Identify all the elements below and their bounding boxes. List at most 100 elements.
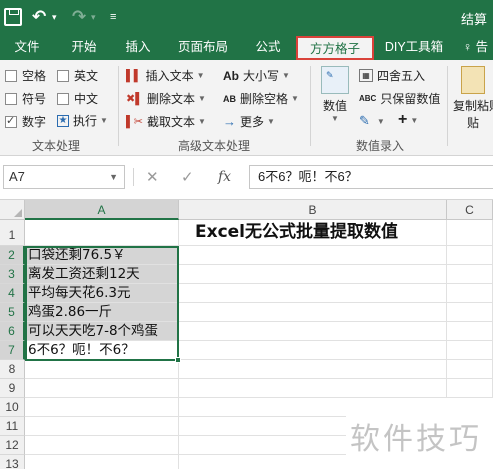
enter-icon[interactable]: ✓	[181, 168, 194, 186]
cell-a11[interactable]	[25, 417, 179, 436]
row-header-9[interactable]: 9	[0, 379, 25, 398]
checkbox-checked-icon[interactable]	[5, 114, 17, 128]
save-icon[interactable]	[4, 8, 22, 26]
number-button[interactable]: ✎ 数值 ▼	[318, 66, 352, 123]
customize-quick-access-icon[interactable]: ≡	[110, 7, 116, 27]
checkbox-space[interactable]: 空格	[5, 67, 46, 84]
redo-dropdown-icon[interactable]: ▾	[91, 7, 96, 27]
row-header-8[interactable]: 8	[0, 360, 25, 379]
checkbox-english[interactable]: 英文	[57, 67, 98, 84]
cell-b4[interactable]	[179, 284, 447, 303]
group-divider	[310, 66, 311, 146]
name-box-value: A7	[9, 169, 25, 184]
button-label: 数值	[322, 99, 347, 113]
column-header-a[interactable]: A	[25, 200, 179, 220]
round-button[interactable]: ▦ 四舍五入	[359, 67, 425, 84]
cell-b1-title[interactable]: Excel无公式批量提取数值	[179, 220, 447, 246]
cell-b9[interactable]	[179, 379, 447, 398]
cell-c5[interactable]	[447, 303, 493, 322]
tab-page-layout[interactable]: 页面布局	[170, 34, 236, 60]
checkbox-icon[interactable]	[5, 69, 17, 82]
keep-values-button[interactable]: ABC 只保留数值	[359, 90, 440, 107]
extract-text-button[interactable]: ▌✂ 截取文本 ▼	[126, 113, 206, 130]
tab-insert[interactable]: 插入	[116, 34, 160, 60]
delete-text-button[interactable]: ✖▌ 删除文本 ▼	[126, 90, 206, 107]
cell-a4[interactable]: 平均每天花6.3元	[25, 284, 179, 303]
redo-icon[interactable]: ↷	[72, 7, 86, 27]
tab-formulas[interactable]: 公式	[246, 34, 290, 60]
tab-diy-toolbox[interactable]: DIY工具箱	[380, 34, 448, 60]
name-box[interactable]: A7 ▼	[3, 165, 125, 189]
row-header-5[interactable]: 5	[0, 303, 25, 322]
cell-c9[interactable]	[447, 379, 493, 398]
formula-input[interactable]: 6不6？呃！不6？	[249, 165, 493, 189]
column-header-b[interactable]: B	[179, 200, 447, 220]
cell-a3[interactable]: 离发工资还剩12天	[25, 265, 179, 284]
delete-space-button[interactable]: AB 删除空格 ▼	[223, 90, 299, 107]
cell-a6[interactable]: 可以天天吃7-8个鸡蛋	[25, 322, 179, 341]
cell-a7-active[interactable]: 6不6？呃！不6？	[25, 341, 179, 360]
cell-b3[interactable]	[179, 265, 447, 284]
cell-b7[interactable]	[179, 341, 447, 360]
row-header-4[interactable]: 4	[0, 284, 25, 303]
cell-b2[interactable]	[179, 246, 447, 265]
undo-dropdown-icon[interactable]: ▾	[52, 7, 57, 27]
cell-a8[interactable]	[25, 360, 179, 379]
cell-a12[interactable]	[25, 436, 179, 455]
cancel-icon[interactable]: ✕	[146, 168, 159, 186]
plus-button[interactable]: + ▼	[398, 111, 418, 129]
execute-button[interactable]: ★ 执行 ▼	[57, 112, 108, 129]
cell-c7[interactable]	[447, 341, 493, 360]
cell-c2[interactable]	[447, 246, 493, 265]
tab-fangfanggezi[interactable]: 方方格子	[296, 36, 374, 60]
button-label: 插入文本	[145, 69, 194, 83]
checkbox-icon[interactable]	[5, 92, 17, 105]
cell-c8[interactable]	[447, 360, 493, 379]
cell-a13[interactable]	[25, 455, 179, 469]
insert-text-button[interactable]: ▌▌ 插入文本 ▼	[126, 67, 205, 84]
row-header-3[interactable]: 3	[0, 265, 25, 284]
checkbox-icon[interactable]	[57, 69, 69, 82]
cell-a1[interactable]	[25, 220, 179, 246]
more-button[interactable]: → 更多 ▼	[223, 113, 275, 130]
checkbox-number[interactable]: 数字	[5, 113, 46, 130]
row-header-7[interactable]: 7	[0, 341, 25, 360]
row-header-13[interactable]: 13	[0, 455, 25, 469]
cell-a2[interactable]: 口袋还剩76.5￥	[25, 246, 179, 265]
insert-function-icon[interactable]: fx	[218, 169, 231, 185]
case-button[interactable]: Ab 大小写 ▼	[223, 67, 290, 84]
cell-c4[interactable]	[447, 284, 493, 303]
tab-tell-me[interactable]: ♀ 告	[458, 34, 493, 60]
button-label: 复制粘贴	[453, 99, 493, 113]
cell-c1[interactable]	[447, 220, 493, 246]
checkbox-chinese[interactable]: 中文	[57, 90, 98, 107]
edit-button[interactable]: ✎ ▼	[359, 113, 385, 129]
tab-home[interactable]: 开始	[60, 34, 108, 60]
row-header-12[interactable]: 12	[0, 436, 25, 455]
checkbox-label: 数字	[22, 115, 47, 129]
cell-b6[interactable]	[179, 322, 447, 341]
checkbox-symbol[interactable]: 符号	[5, 90, 46, 107]
cell-b8[interactable]	[179, 360, 447, 379]
tab-file[interactable]: 文件	[8, 34, 46, 60]
row-header-1[interactable]: 1	[0, 220, 25, 246]
fill-handle[interactable]	[175, 357, 181, 363]
row-header-2[interactable]: 2	[0, 246, 25, 265]
copy-paste-button[interactable]: 复制粘贴 贴	[453, 66, 493, 131]
row-header-10[interactable]: 10	[0, 398, 25, 417]
undo-icon[interactable]: ↶	[32, 7, 46, 27]
chevron-down-icon[interactable]: ▼	[109, 166, 118, 188]
button-label: 删除文本	[147, 92, 196, 106]
cell-a10[interactable]	[25, 398, 179, 417]
row-header-6[interactable]: 6	[0, 322, 25, 341]
row-header-11[interactable]: 11	[0, 417, 25, 436]
cell-a5[interactable]: 鸡蛋2.86一斤	[25, 303, 179, 322]
checkbox-icon[interactable]	[57, 92, 69, 105]
cell-a9[interactable]	[25, 379, 179, 398]
column-header-c[interactable]: C	[447, 200, 493, 220]
button-label-line2: 贴	[466, 116, 479, 130]
cell-c6[interactable]	[447, 322, 493, 341]
cell-c3[interactable]	[447, 265, 493, 284]
cell-b5[interactable]	[179, 303, 447, 322]
select-all-corner[interactable]	[0, 200, 25, 220]
